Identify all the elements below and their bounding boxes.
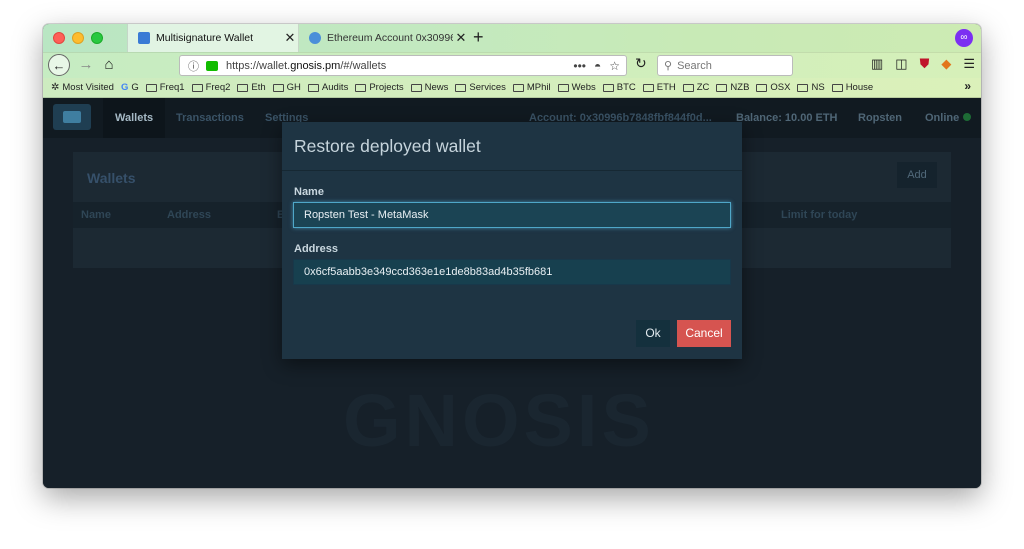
online-status: Online	[925, 98, 972, 138]
folder-icon	[557, 83, 569, 92]
search-placeholder: Search	[677, 59, 712, 72]
column-name: Name	[81, 209, 111, 221]
bookmark-folder[interactable]: Webs	[557, 82, 596, 93]
gnosis-watermark: GNOSIS	[343, 379, 655, 462]
metamask-icon[interactable]: ◆	[941, 56, 951, 72]
address-field[interactable]: 0x6cf5aabb3e349ccd363e1e1de8b83ad4b35fb6…	[293, 259, 731, 285]
column-address: Address	[167, 209, 212, 221]
bookmark-folder[interactable]: Eth	[237, 82, 266, 93]
online-status-dot	[963, 113, 972, 121]
wallet-logo-icon[interactable]	[53, 104, 91, 130]
pocket-icon[interactable]: ◓	[594, 59, 601, 73]
bookmark-most-visited[interactable]: ✲ Most Visited	[51, 82, 114, 93]
menu-icon[interactable]: ☰	[963, 56, 975, 72]
url-text[interactable]: https://wallet.gnosis.pm/#/wallets	[226, 60, 573, 72]
folder-icon	[272, 83, 284, 92]
bookmark-folder[interactable]: GH	[272, 82, 301, 93]
navigation-toolbar: ← → ⌂ ⓘ https://wallet.gnosis.pm/#/walle…	[43, 52, 981, 78]
folder-icon	[797, 83, 809, 92]
column-limit-for-today: Limit for today	[781, 209, 858, 221]
folder-icon	[237, 83, 249, 92]
folder-icon	[831, 83, 843, 92]
name-label: Name	[294, 186, 324, 198]
bookmark-folder[interactable]: NZB	[716, 82, 749, 93]
bookmark-folder[interactable]: ETH	[642, 82, 676, 93]
folder-icon	[716, 83, 728, 92]
home-button[interactable]: ⌂	[99, 54, 119, 76]
tab-title: Ethereum Account 0x30996B7	[327, 32, 453, 44]
wallet-favicon-icon	[138, 32, 150, 44]
network-text: Ropsten	[858, 112, 902, 124]
lock-icon[interactable]	[206, 60, 218, 71]
folder-icon	[682, 83, 694, 92]
close-tab-icon[interactable]: ✕	[453, 30, 469, 46]
cancel-button[interactable]: Cancel	[677, 320, 731, 347]
restore-wallet-modal: Restore deployed wallet Name Ropsten Tes…	[282, 122, 742, 359]
folder-icon	[756, 83, 768, 92]
tab-ethereum-account[interactable]: Ethereum Account 0x30996B7 ✕	[299, 24, 469, 52]
address-label: Address	[294, 243, 339, 255]
bookmark-folder[interactable]: News	[410, 82, 448, 93]
google-icon: G	[120, 82, 129, 93]
bookmark-folder[interactable]: Audits	[307, 82, 348, 93]
maximize-window-button[interactable]	[91, 32, 103, 44]
add-wallet-button[interactable]: Add	[897, 162, 937, 188]
close-window-button[interactable]	[53, 32, 65, 44]
divider	[282, 170, 742, 171]
bookmark-folder[interactable]: Freq2	[191, 82, 230, 93]
toolbar-icons: ▥ ◫ ⛊ ◆ ☰	[871, 56, 975, 72]
search-icon: ⚲	[664, 60, 673, 72]
close-tab-icon[interactable]: ✕	[282, 30, 298, 46]
bookmark-folder[interactable]: Projects	[355, 82, 404, 93]
info-icon[interactable]: ⓘ	[188, 58, 202, 74]
name-field[interactable]: Ropsten Test - MetaMask	[293, 202, 731, 228]
folder-icon	[307, 83, 319, 92]
search-input[interactable]: ⚲ Search	[657, 55, 793, 76]
bookmarks-bar: ✲ Most Visited GG Freq1 Freq2 Eth GH Audi…	[43, 78, 981, 98]
gear-icon: ✲	[51, 82, 60, 93]
new-tab-button[interactable]: +	[473, 27, 484, 48]
folder-icon	[355, 83, 367, 92]
panel-title: Wallets	[87, 170, 136, 186]
reload-button[interactable]: ↻	[635, 55, 647, 72]
bookmark-folder[interactable]: ZC	[682, 82, 709, 93]
bookmark-folder[interactable]: BTC	[602, 82, 636, 93]
browser-window: Multisignature Wallet ✕ Ethereum Account…	[43, 24, 981, 488]
folder-icon	[455, 83, 467, 92]
folder-icon	[410, 83, 422, 92]
bookmark-folder[interactable]: House	[831, 82, 873, 93]
bookmark-folder[interactable]: Services	[455, 82, 506, 93]
more-bookmarks-icon[interactable]: »	[964, 79, 971, 93]
etherscan-favicon-icon	[309, 32, 321, 44]
folder-icon	[642, 83, 654, 92]
tab-multisignature-wallet[interactable]: Multisignature Wallet ✕	[127, 24, 299, 52]
url-actions: ••• ◓ ☆	[573, 59, 626, 73]
nav-wallets[interactable]: Wallets	[103, 98, 166, 138]
forward-button[interactable]: →	[76, 54, 96, 76]
back-button[interactable]: ←	[48, 54, 70, 76]
bookmark-google[interactable]: GG	[121, 82, 139, 93]
sidebar-icon[interactable]: ◫	[895, 56, 907, 72]
bookmark-folder[interactable]: Freq1	[145, 82, 185, 93]
modal-title: Restore deployed wallet	[294, 136, 481, 156]
tab-title: Multisignature Wallet	[156, 32, 254, 44]
folder-icon	[602, 83, 614, 92]
url-bar[interactable]: ⓘ https://wallet.gnosis.pm/#/wallets •••…	[179, 55, 627, 76]
minimize-window-button[interactable]	[72, 32, 84, 44]
ublock-icon[interactable]: ⛊	[920, 56, 930, 72]
folder-icon	[145, 83, 157, 92]
folder-icon	[191, 83, 203, 92]
private-browsing-icon: ∞	[955, 29, 973, 47]
star-icon[interactable]: ☆	[609, 59, 620, 73]
page-actions-icon[interactable]: •••	[573, 59, 586, 73]
bookmark-folder[interactable]: NS	[797, 82, 825, 93]
tab-strip: Multisignature Wallet ✕ Ethereum Account…	[43, 24, 981, 52]
ok-button[interactable]: Ok	[636, 320, 670, 347]
balance-text: Balance: 10.00 ETH	[736, 112, 838, 124]
bookmark-folder[interactable]: OSX	[756, 82, 790, 93]
nav-transactions[interactable]: Transactions	[176, 98, 244, 138]
folder-icon	[512, 83, 524, 92]
library-icon[interactable]: ▥	[871, 56, 883, 72]
bookmark-folder[interactable]: MPhil	[512, 82, 551, 93]
